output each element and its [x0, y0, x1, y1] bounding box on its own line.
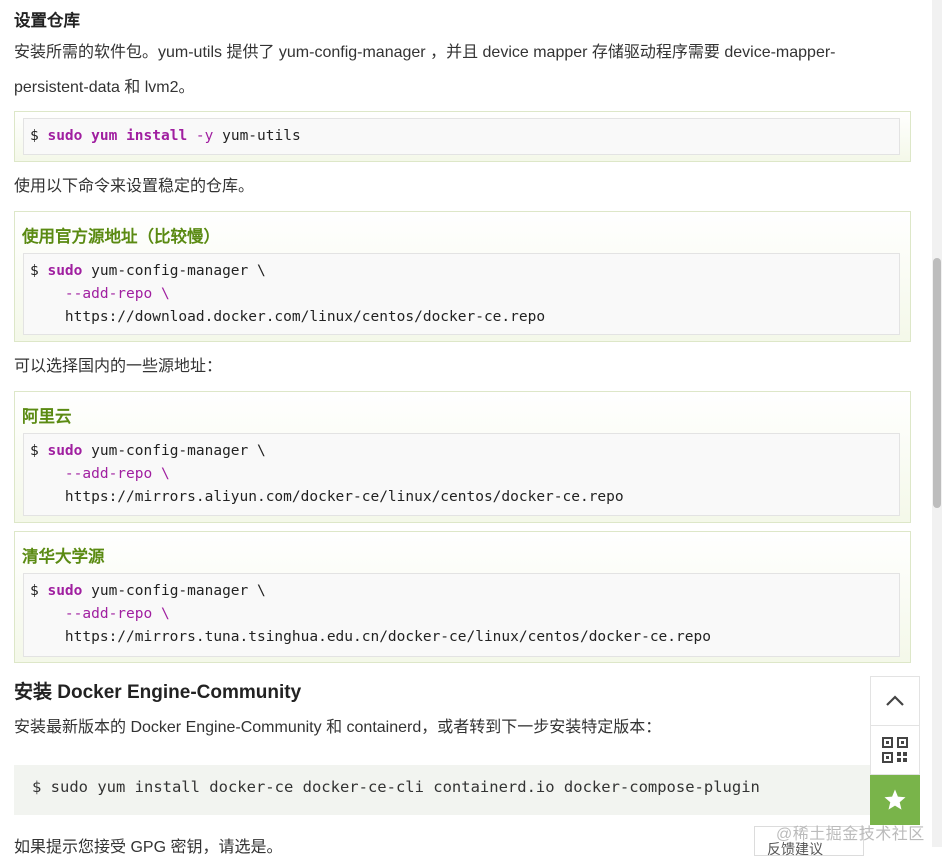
prompt: $	[30, 128, 39, 144]
cmd-yum-config-manager: yum-config-manager \	[91, 443, 266, 459]
code-yum-utils[interactable]: $ sudo yum install -y yum-utils	[23, 118, 900, 155]
kw-sudo: sudo	[47, 443, 83, 459]
label-aliyun: 阿里云	[22, 408, 72, 426]
back-to-top-button[interactable]	[870, 676, 920, 726]
prompt: $	[30, 443, 39, 459]
code-tsinghua[interactable]: $ sudo yum-config-manager \ --add-repo \…	[23, 573, 900, 657]
star-icon	[884, 789, 906, 810]
gpg-note-text: 如果提示您接受 GPG 密钥，请选是。	[14, 839, 283, 856]
kw-install: install	[126, 128, 188, 144]
code-official[interactable]: $ sudo yum-config-manager \ --add-repo \…	[23, 253, 900, 335]
opt-add-repo: --add-repo \	[64, 286, 170, 302]
domestic-sources-text: 可以选择国内的一些源地址：	[14, 358, 223, 375]
code-install-docker[interactable]: $ sudo yum install docker-ce docker-ce-c…	[14, 765, 870, 815]
watermark: @稀土掘金技术社区	[776, 826, 925, 843]
heading-install-docker: 安装 Docker Engine-Community	[14, 682, 302, 703]
intro-line-2: persistent-data 和 lvm2。	[14, 79, 195, 96]
arg-yum-utils: yum-utils	[222, 128, 301, 144]
code-aliyun[interactable]: $ sudo yum-config-manager \ --add-repo \…	[23, 433, 900, 516]
label-official: 使用官方源地址（比较慢）	[22, 228, 220, 246]
intro-line-1: 安装所需的软件包。yum-utils 提供了 yum-config-manage…	[14, 44, 836, 61]
prompt: $	[30, 583, 39, 599]
heading-setup-repo: 设置仓库	[14, 12, 80, 30]
opt-add-repo: --add-repo \	[64, 606, 170, 622]
repo-url: https://mirrors.tuna.tsinghua.edu.cn/doc…	[64, 629, 711, 645]
chevron-up-icon	[886, 695, 904, 706]
stable-repo-text: 使用以下命令来设置稳定的仓库。	[14, 178, 255, 195]
prompt: $	[30, 263, 39, 279]
code-block-aliyun: 阿里云 $ sudo yum-config-manager \ --add-re…	[14, 391, 911, 523]
qr-code-button[interactable]	[870, 725, 920, 775]
label-tsinghua: 清华大学源	[22, 548, 105, 566]
kw-sudo: sudo	[47, 128, 83, 144]
cmd-yum-config-manager: yum-config-manager \	[91, 583, 266, 599]
favorite-button[interactable]	[870, 775, 920, 825]
code-block-official: 使用官方源地址（比较慢） $ sudo yum-config-manager \…	[14, 211, 911, 342]
scrollbar-track[interactable]	[932, 0, 942, 847]
repo-url: https://mirrors.aliyun.com/docker-ce/lin…	[64, 489, 624, 505]
code-block-tsinghua: 清华大学源 $ sudo yum-config-manager \ --add-…	[14, 531, 911, 663]
kw-sudo: sudo	[47, 583, 83, 599]
install-text: 安装最新版本的 Docker Engine-Community 和 contai…	[14, 719, 662, 736]
repo-url: https://download.docker.com/linux/centos…	[64, 309, 546, 325]
kw-sudo: sudo	[47, 263, 83, 279]
opt-add-repo: --add-repo \	[64, 466, 170, 482]
opt-y: -y	[195, 128, 214, 144]
code-block-yum-utils: $ sudo yum install -y yum-utils	[14, 111, 911, 162]
kw-yum: yum	[91, 128, 118, 144]
cmd-yum-config-manager: yum-config-manager \	[91, 263, 266, 279]
scrollbar-thumb[interactable]	[933, 258, 941, 508]
qr-code-icon	[882, 737, 908, 763]
